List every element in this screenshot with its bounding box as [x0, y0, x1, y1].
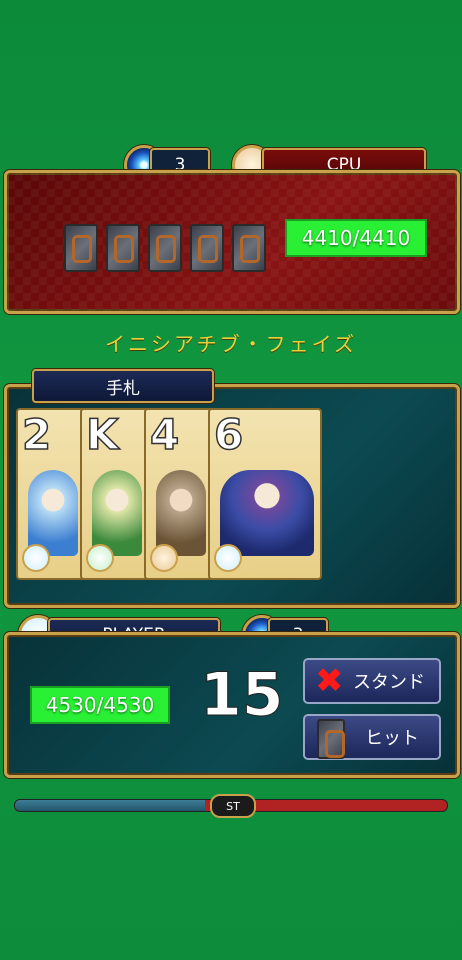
hand-card[interactable]: 4	[144, 408, 214, 580]
water-element-icon	[22, 544, 50, 572]
card-icon	[317, 719, 345, 759]
close-icon: ✖	[315, 661, 344, 701]
cpu-card-back	[232, 224, 266, 272]
cpu-card-back	[148, 224, 182, 272]
player-score: 15	[200, 660, 285, 731]
card-rank: 6	[213, 409, 244, 460]
water-element-icon	[214, 544, 242, 572]
stamina-label: ST	[210, 794, 256, 818]
wind-element-icon	[86, 544, 114, 572]
earth-element-icon	[150, 544, 178, 572]
stamina-fill	[15, 800, 206, 811]
cpu-card-back	[106, 224, 140, 272]
player-hp-box: 4530/4530	[30, 686, 170, 724]
hand-card[interactable]: 2	[16, 408, 86, 580]
cpu-card-back	[64, 224, 98, 272]
hand-title-bar: 手札	[32, 369, 214, 403]
hand-card[interactable]: K	[80, 408, 150, 580]
phase-label: イニシアチブ・フェイズ	[105, 332, 357, 356]
stand-button[interactable]: ✖ スタンド	[303, 658, 441, 704]
player-hp: 4530/4530	[45, 693, 155, 717]
cpu-hp: 4410/4410	[301, 226, 411, 250]
card-character-art	[220, 470, 314, 556]
hand-card[interactable]: 6	[208, 408, 322, 580]
card-rank: K	[85, 409, 119, 460]
cpu-card-back	[190, 224, 224, 272]
card-rank: 2	[21, 409, 52, 460]
stand-label: スタンド	[353, 672, 425, 693]
hit-button[interactable]: ヒット	[303, 714, 441, 760]
hand-title: 手札	[106, 378, 140, 399]
card-rank: 4	[149, 409, 180, 460]
cpu-hp-box: 4410/4410	[285, 219, 427, 257]
hit-label: ヒット	[365, 728, 419, 749]
